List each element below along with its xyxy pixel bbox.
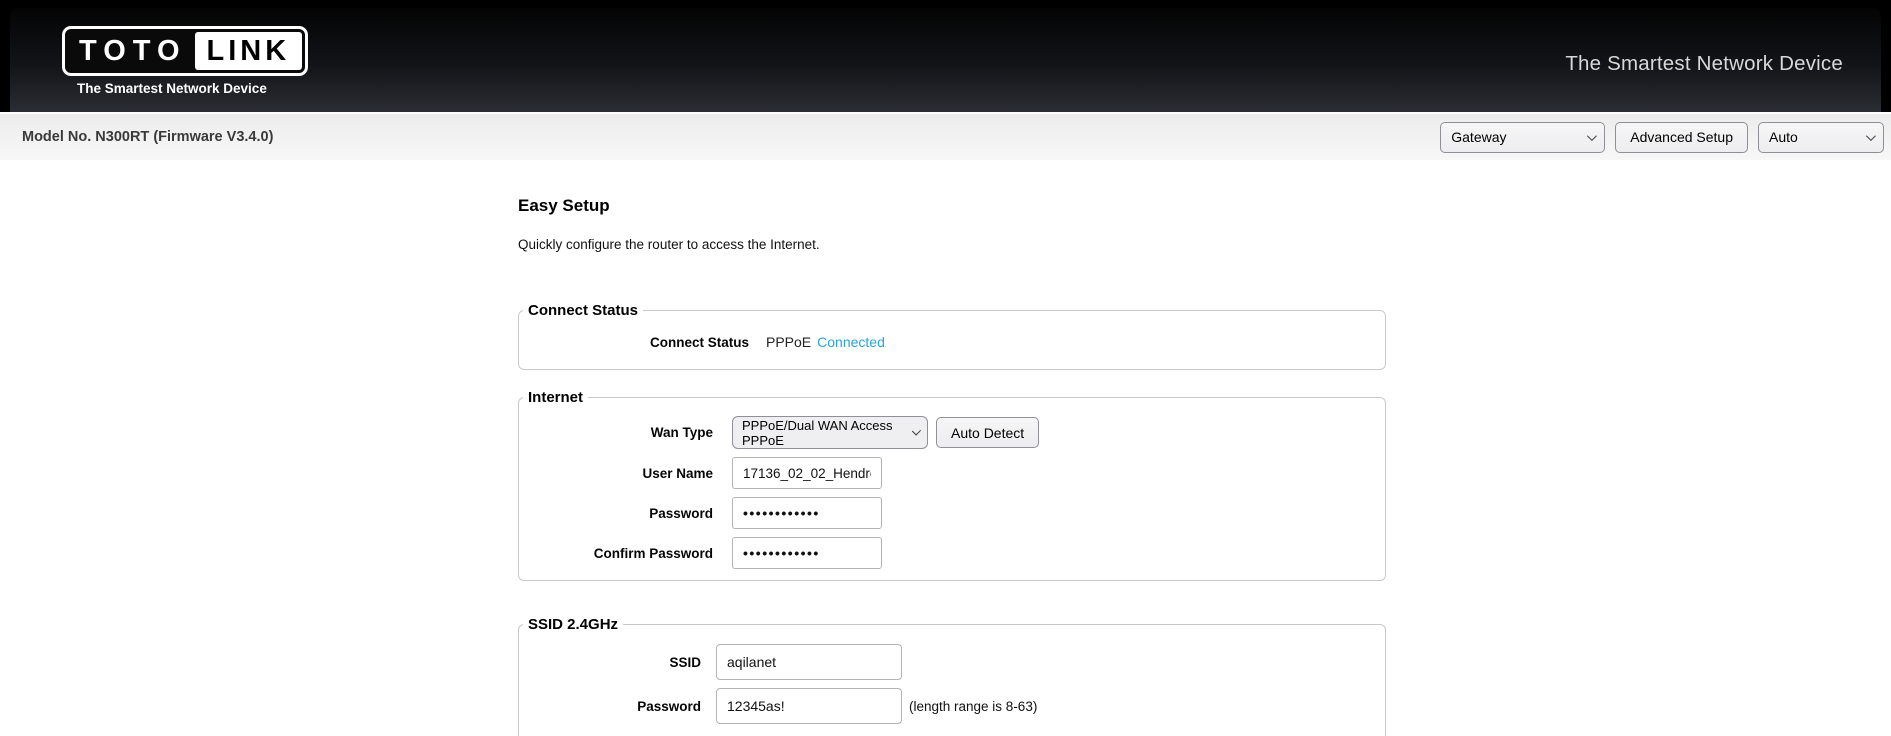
logo-text-toto: TOTO	[79, 34, 187, 67]
wan-type-label: Wan Type	[650, 425, 713, 440]
totolink-logo: TOTO LINK The Smartest Network Device	[62, 26, 309, 96]
connect-status-row: Connect Status PPPoE Connected	[519, 334, 1385, 350]
confirm-password-row: Confirm Password	[519, 537, 1385, 569]
connect-status-value-status: Connected	[817, 334, 885, 350]
ssid-password-input[interactable]	[716, 688, 902, 724]
connect-status-value: PPPoE Connected	[766, 334, 885, 350]
connect-status-legend: Connect Status	[528, 302, 639, 319]
password-input[interactable]	[732, 497, 882, 529]
confirm-password-input[interactable]	[732, 537, 882, 569]
header-tagline: The Smartest Network Device	[1565, 52, 1843, 75]
header-panel: TOTO LINK The Smartest Network Device Th…	[10, 8, 1881, 112]
ssid-password-label: Password	[637, 698, 701, 714]
mode-select-value: Gateway	[1451, 129, 1507, 145]
wan-type-select-value: PPPoE/Dual WAN Access PPPoE	[742, 417, 893, 448]
ssid-legend: SSID 2.4GHz	[528, 616, 619, 633]
confirm-password-label: Confirm Password	[593, 545, 713, 561]
header: TOTO LINK The Smartest Network Device Th…	[0, 0, 1891, 112]
toolbar: Model No. N300RT (Firmware V3.4.0) Gatew…	[0, 112, 1891, 160]
password-label: Password	[649, 505, 713, 521]
user-name-label: User Name	[642, 465, 713, 481]
advanced-setup-button[interactable]: Advanced Setup	[1615, 121, 1748, 153]
auto-detect-label: Auto Detect	[951, 424, 1025, 441]
user-name-row: User Name	[519, 457, 1385, 489]
ssid-fieldset: SSID 2.4GHz SSID Password (length range …	[518, 616, 1386, 736]
auto-select[interactable]: Auto	[1758, 121, 1884, 153]
mode-select[interactable]: Gateway	[1440, 121, 1606, 153]
internet-fieldset: Internet Wan Type PPPoE/Dual WAN Access …	[518, 389, 1386, 581]
connect-status-fieldset: Connect Status Connect Status PPPoE Conn…	[518, 302, 1386, 370]
router-admin-page: TOTO LINK The Smartest Network Device Th…	[0, 0, 1891, 736]
model-label: Model No. N300RT (Firmware V3.4.0)	[22, 129, 274, 145]
logo-tagline: The Smartest Network Device	[77, 81, 267, 96]
logo-text-link: LINK	[194, 32, 303, 70]
chevron-down-icon	[911, 426, 921, 436]
ssid-password-row: Password (length range is 8-63)	[519, 688, 1385, 724]
ssid-input[interactable]	[716, 644, 902, 680]
toolbar-controls: Gateway Advanced Setup Auto	[1440, 114, 1884, 160]
password-row: Password	[519, 497, 1385, 529]
page-title: Easy Setup	[518, 196, 610, 215]
main-content: Easy Setup Quickly configure the router …	[0, 160, 1891, 736]
connect-status-label: Connect Status	[649, 334, 749, 350]
internet-legend: Internet	[528, 389, 584, 406]
auto-detect-button[interactable]: Auto Detect	[936, 417, 1040, 448]
ssid-password-note: (length range is 8-63)	[909, 698, 1038, 714]
ssid-row: SSID	[519, 644, 1385, 680]
wan-type-select[interactable]: PPPoE/Dual WAN Access PPPoE	[732, 416, 928, 449]
totolink-logo-box: TOTO LINK	[62, 26, 309, 76]
connect-status-value-prefix: PPPoE	[766, 334, 812, 350]
user-name-input[interactable]	[732, 457, 882, 489]
chevron-down-icon	[1865, 130, 1876, 141]
ssid-label: SSID	[669, 654, 701, 670]
chevron-down-icon	[1587, 130, 1598, 141]
auto-select-value: Auto	[1769, 129, 1798, 145]
wan-type-row: Wan Type PPPoE/Dual WAN Access PPPoE Aut…	[519, 416, 1385, 449]
advanced-setup-label: Advanced Setup	[1630, 129, 1733, 145]
page-subtitle: Quickly configure the router to access t…	[518, 237, 820, 252]
